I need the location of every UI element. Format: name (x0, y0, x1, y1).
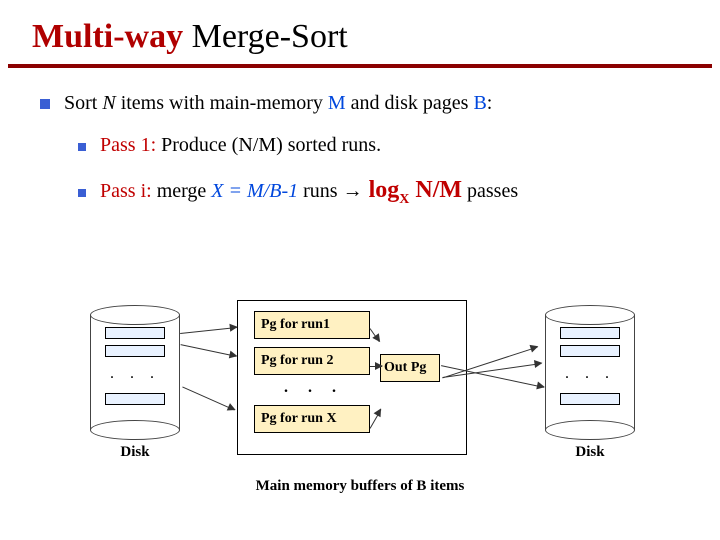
arrow-line (370, 366, 382, 367)
t-b: B (473, 92, 486, 114)
pass1-label: Pass 1: (100, 134, 156, 156)
t-m: M (328, 92, 346, 114)
sub1-text: Pass 1: Produce (N/M) sorted runs. (100, 130, 381, 160)
page-run-x: Pg for run X (254, 405, 370, 433)
sub2-text: Pass i: merge X = M/B-1 runs → logX N/M … (100, 172, 518, 210)
disk-page (560, 345, 620, 357)
disk-right-label: Disk (545, 444, 635, 461)
memory-caption: Main memory buffers of B items (235, 478, 485, 495)
bullet-main-text: Sort N items with main-memory M and disk… (64, 88, 492, 118)
disk-page (105, 345, 165, 357)
title-rest: Merge-Sort (183, 18, 348, 55)
cylinder-bottom (545, 420, 635, 440)
dots: . . . (110, 365, 160, 383)
cylinder-body: . . . (545, 315, 635, 430)
disk-page (105, 393, 165, 405)
t-n: N (102, 92, 120, 114)
page-run-2: Pg for run 2 (254, 347, 370, 375)
disk-left-label: Disk (90, 444, 180, 461)
bullet-sub-2: Pass i: merge X = M/B-1 runs → logX N/M … (78, 172, 690, 210)
passi-t2: runs (298, 180, 342, 202)
x-expr: X = M/B-1 (211, 180, 298, 202)
disk-page (560, 393, 620, 405)
title-highlight: Multi-way (32, 18, 183, 55)
diagram: . . . Disk . . . Disk Pg for run1 Pg for… (0, 300, 720, 520)
bullet-main: Sort N items with main-memory M and disk… (40, 88, 690, 118)
square-bullet-icon (78, 143, 86, 151)
t-prefix: Sort (64, 92, 102, 114)
log-prefix: log (363, 177, 400, 203)
dots: . . . (565, 365, 615, 383)
output-page: Out Pg (380, 354, 440, 382)
passi-label: Pass i: (100, 180, 152, 202)
pass1-text: Produce (N/M) sorted runs. (156, 134, 381, 156)
cylinder-bottom (90, 420, 180, 440)
t-end: : (487, 92, 493, 114)
cylinder-body: . . . (90, 315, 180, 430)
disk-left: . . . Disk (90, 305, 180, 461)
disk-page (105, 327, 165, 339)
slide-title: Multi-way Merge-Sort (0, 0, 720, 64)
arrow-line (181, 344, 237, 357)
disk-right: . . . Disk (545, 305, 635, 461)
body-text: Sort N items with main-memory M and disk… (0, 68, 720, 210)
passi-t1: merge (152, 180, 212, 202)
log-sub: X (399, 192, 409, 207)
square-bullet-icon (40, 99, 50, 109)
t-mid: items with main-memory (121, 92, 328, 114)
arrow-line (180, 327, 237, 334)
arrow-icon: → (343, 180, 363, 202)
square-bullet-icon (78, 189, 86, 197)
log-arg: N/M (409, 177, 462, 203)
disk-page (560, 327, 620, 339)
dots: . . . (254, 379, 344, 397)
bullet-sub-1: Pass 1: Produce (N/M) sorted runs. (78, 130, 690, 160)
page-run-1: Pg for run1 (254, 311, 370, 339)
arrow-line (182, 386, 234, 410)
t-mid2: and disk pages (346, 92, 474, 114)
passes-text: passes (462, 180, 518, 202)
